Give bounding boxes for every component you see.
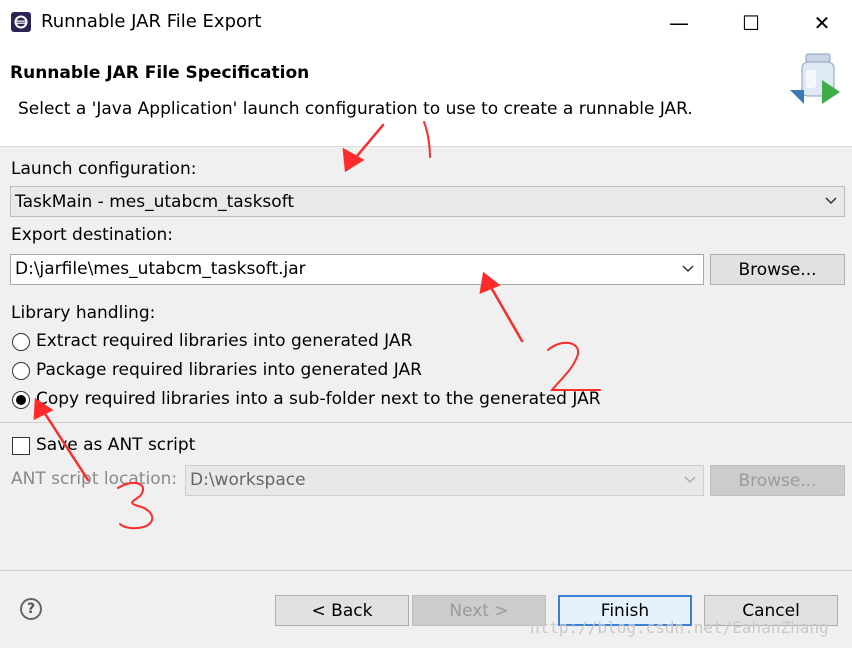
- package-libraries-radio[interactable]: [12, 362, 30, 380]
- next-button[interactable]: Next >: [412, 595, 546, 626]
- chevron-down-icon[interactable]: [681, 261, 695, 275]
- extract-libraries-label[interactable]: Extract required libraries into generate…: [36, 331, 412, 351]
- ant-location-label: ANT script location:: [11, 469, 178, 489]
- library-handling-label: Library handling:: [11, 303, 156, 323]
- section-divider: [0, 422, 852, 423]
- copy-libraries-label[interactable]: Copy required libraries into a sub-folde…: [36, 389, 601, 409]
- ant-location-value: D:\workspace: [190, 470, 306, 490]
- copy-libraries-radio[interactable]: [12, 391, 30, 409]
- footer-divider: [0, 570, 852, 571]
- launch-config-value: TaskMain - mes_utabcm_tasksoft: [15, 192, 295, 212]
- extract-libraries-radio[interactable]: [12, 333, 30, 351]
- eclipse-app-icon: [11, 12, 31, 32]
- export-destination-field[interactable]: D:\jarfile\mes_utabcm_tasksoft.jar: [10, 254, 704, 285]
- close-button[interactable]: ✕: [804, 8, 840, 38]
- ant-location-field[interactable]: D:\workspace: [185, 465, 704, 496]
- export-browse-button[interactable]: Browse...: [710, 254, 845, 285]
- watermark: http://blog.csdn.net/EahanZhang: [530, 618, 829, 637]
- launch-config-label: Launch configuration:: [11, 159, 197, 179]
- maximize-button[interactable]: ☐: [733, 8, 769, 38]
- chevron-down-icon: [684, 476, 696, 484]
- back-button[interactable]: < Back: [275, 595, 409, 626]
- annotation-arrow-2: [486, 280, 524, 343]
- handwritten-3-glyph: [117, 481, 154, 530]
- annotation-arrowhead-1: [342, 147, 365, 173]
- export-destination-value: D:\jarfile\mes_utabcm_tasksoft.jar: [15, 259, 306, 279]
- export-destination-label: Export destination:: [11, 225, 174, 245]
- ant-browse-button[interactable]: Browse...: [710, 465, 845, 496]
- save-ant-script-label[interactable]: Save as ANT script: [36, 435, 195, 455]
- page-title: Runnable JAR File Specification: [10, 63, 310, 83]
- minimize-icon: —: [669, 11, 689, 35]
- package-libraries-label[interactable]: Package required libraries into generate…: [36, 360, 422, 380]
- wizard-banner: [0, 46, 852, 147]
- save-ant-script-checkbox[interactable]: [12, 437, 30, 455]
- help-icon[interactable]: ?: [20, 598, 42, 620]
- handwritten-2-glyph: [547, 341, 601, 391]
- close-icon: ✕: [813, 11, 831, 35]
- page-description: Select a 'Java Application' launch confi…: [18, 99, 693, 119]
- maximize-icon: ☐: [742, 11, 760, 35]
- jar-export-wizard-icon: [790, 53, 840, 104]
- minimize-button[interactable]: —: [661, 8, 697, 38]
- window-title: Runnable JAR File Export: [41, 11, 262, 32]
- chevron-down-icon: [825, 197, 837, 205]
- launch-config-select[interactable]: TaskMain - mes_utabcm_tasksoft: [10, 186, 845, 217]
